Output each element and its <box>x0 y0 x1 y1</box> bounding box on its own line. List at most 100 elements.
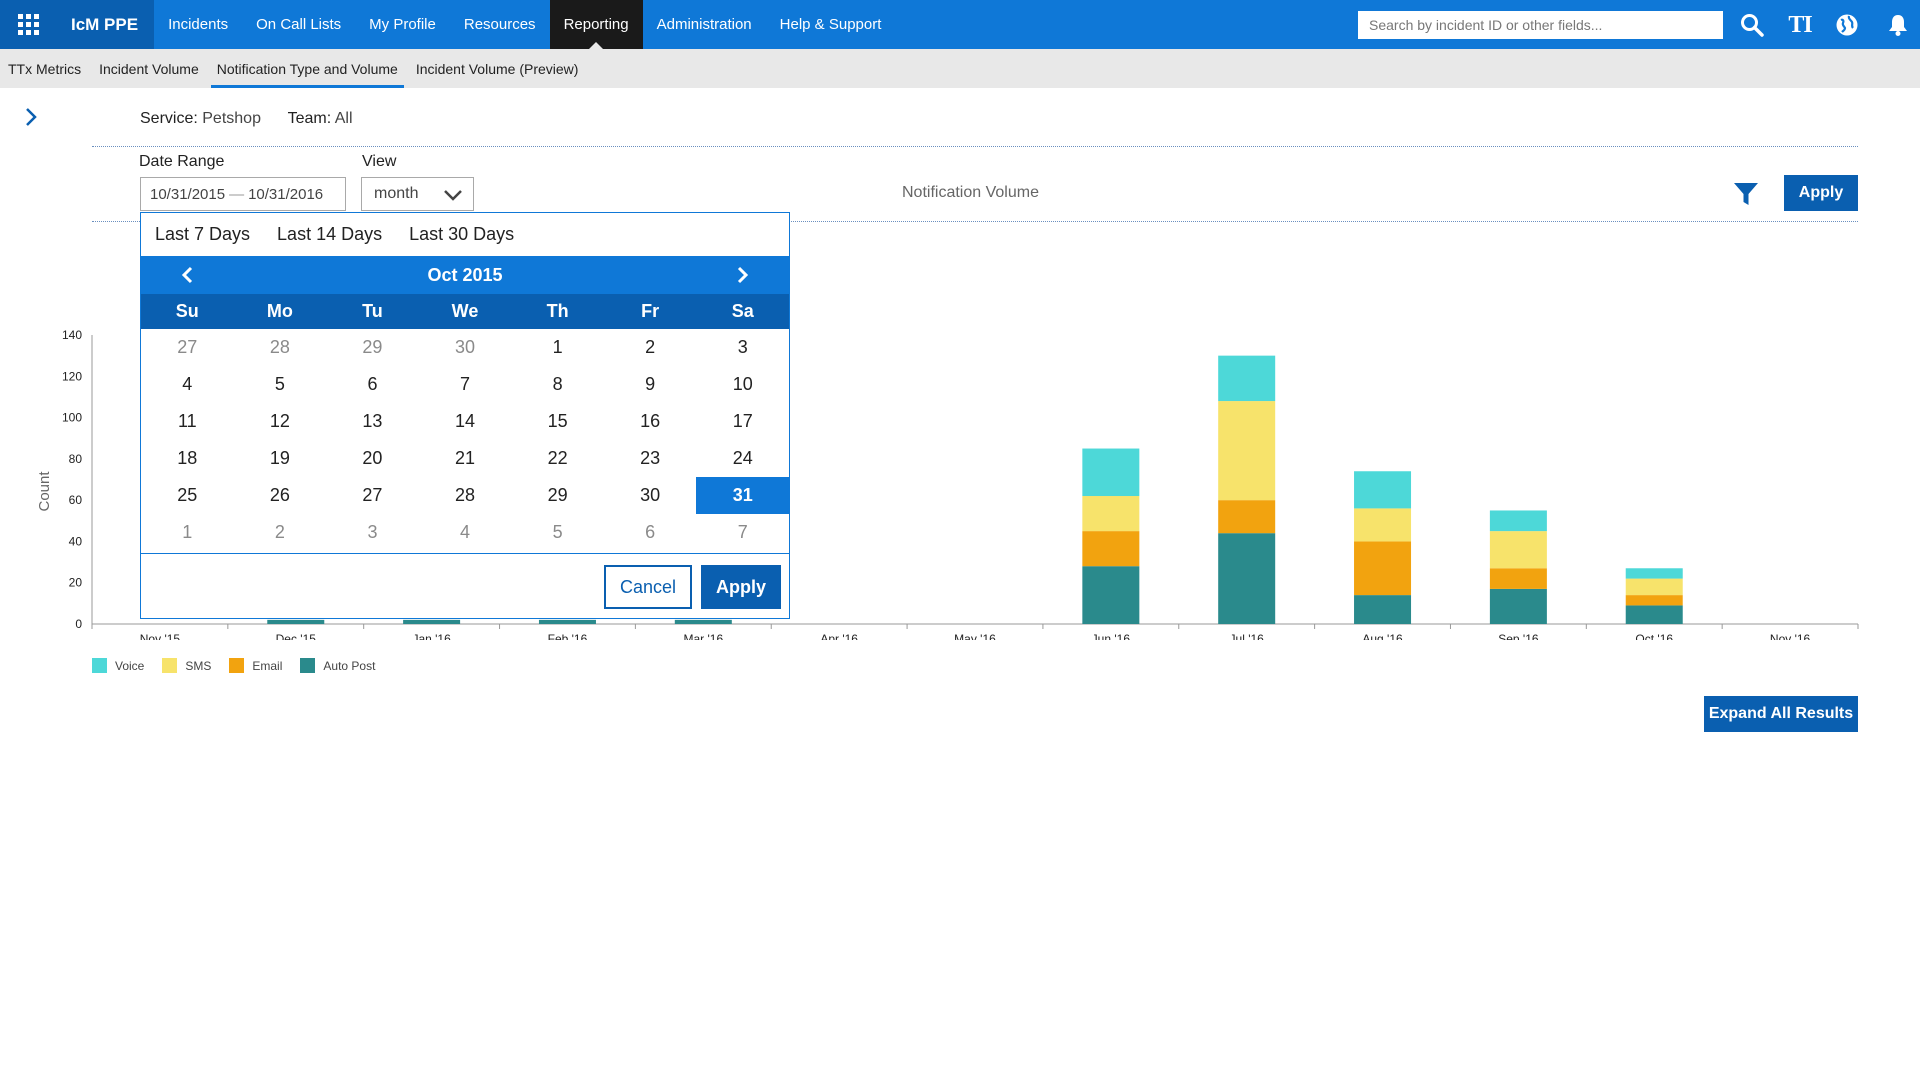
calendar-day[interactable]: 2 <box>234 514 327 551</box>
brand-title[interactable]: IcM PPE <box>57 0 155 49</box>
bar-email[interactable] <box>1625 595 1683 606</box>
nav-item-incidents[interactable]: Incidents <box>154 0 242 49</box>
calendar-day[interactable]: 23 <box>604 440 697 477</box>
view-select[interactable]: month <box>361 177 474 211</box>
calendar-day[interactable]: 4 <box>141 366 234 403</box>
calendar-day[interactable]: 1 <box>141 514 234 551</box>
date-range-input[interactable]: 10/31/2015 — 10/31/2016 <box>140 177 346 211</box>
calendar-day[interactable]: 12 <box>234 403 327 440</box>
calendar-day[interactable]: 28 <box>419 477 512 514</box>
calendar-day[interactable]: 3 <box>696 329 789 366</box>
app-launcher-icon[interactable] <box>0 0 57 49</box>
nav-item-my-profile[interactable]: My Profile <box>355 0 450 49</box>
calendar-day[interactable]: 28 <box>234 329 327 366</box>
calendar-day[interactable]: 6 <box>326 366 419 403</box>
nav-item-help-support[interactable]: Help & Support <box>766 0 896 49</box>
bar-voice[interactable] <box>1489 510 1547 532</box>
bar-auto-post[interactable] <box>1218 533 1276 624</box>
bar-email[interactable] <box>1354 541 1412 596</box>
calendar-day[interactable]: 27 <box>141 329 234 366</box>
expand-sidebar-chevron-icon[interactable] <box>22 106 40 128</box>
calendar-day[interactable]: 1 <box>511 329 604 366</box>
bar-email[interactable] <box>1082 531 1140 567</box>
calendar-day[interactable]: 2 <box>604 329 697 366</box>
calendar-day[interactable]: 18 <box>141 440 234 477</box>
bar-voice[interactable] <box>1354 471 1412 509</box>
tab-notification-type-and-volume[interactable]: Notification Type and Volume <box>208 49 407 88</box>
search-icon[interactable] <box>1737 10 1767 40</box>
legend-item-auto-post[interactable]: Auto Post <box>300 658 375 673</box>
calendar-day[interactable]: 14 <box>419 403 512 440</box>
nav-item-reporting[interactable]: Reporting <box>549 0 643 49</box>
nav-item-resources[interactable]: Resources <box>450 0 550 49</box>
bar-voice[interactable] <box>1625 568 1683 579</box>
next-month-icon[interactable] <box>733 266 751 284</box>
calendar-day[interactable]: 30 <box>604 477 697 514</box>
calendar-day[interactable]: 5 <box>511 514 604 551</box>
bar-sms[interactable] <box>1489 531 1547 569</box>
calendar-day[interactable]: 5 <box>234 366 327 403</box>
calendar-day[interactable]: 17 <box>696 403 789 440</box>
calendar-day[interactable]: 25 <box>141 477 234 514</box>
calendar-day[interactable]: 20 <box>326 440 419 477</box>
user-initials-icon[interactable]: TI <box>1785 10 1815 40</box>
calendar-day[interactable]: 9 <box>604 366 697 403</box>
apply-filters-button[interactable]: Apply <box>1784 175 1858 211</box>
bar-auto-post[interactable] <box>267 619 325 624</box>
bar-voice[interactable] <box>1218 355 1276 402</box>
filter-icon[interactable] <box>1733 181 1759 207</box>
bar-sms[interactable] <box>1625 578 1683 596</box>
bar-sms[interactable] <box>1354 508 1412 542</box>
calendar-day[interactable]: 29 <box>326 329 419 366</box>
nav-item-on-call-lists[interactable]: On Call Lists <box>242 0 355 49</box>
quick-range-last-14-days[interactable]: Last 14 Days <box>277 224 382 245</box>
calendar-day-selected[interactable]: 31 <box>696 477 790 514</box>
calendar-day[interactable]: 30 <box>419 329 512 366</box>
bar-email[interactable] <box>1489 568 1547 589</box>
nav-item-administration[interactable]: Administration <box>643 0 766 49</box>
bar-voice[interactable] <box>1082 448 1140 497</box>
bar-auto-post[interactable] <box>1354 595 1412 624</box>
bar-email[interactable] <box>1218 500 1276 534</box>
tab-ttx-metrics[interactable]: TTx Metrics <box>8 49 90 88</box>
bar-sms[interactable] <box>1082 496 1140 532</box>
picker-cancel-button[interactable]: Cancel <box>604 565 692 609</box>
quick-range-last-30-days[interactable]: Last 30 Days <box>409 224 514 245</box>
bar-auto-post[interactable] <box>1489 588 1547 624</box>
calendar-day[interactable]: 15 <box>511 403 604 440</box>
calendar-day[interactable]: 11 <box>141 403 234 440</box>
calendar-day[interactable]: 3 <box>326 514 419 551</box>
calendar-day[interactable]: 26 <box>234 477 327 514</box>
bar-auto-post[interactable] <box>1625 605 1683 624</box>
calendar-day[interactable]: 22 <box>511 440 604 477</box>
calendar-day[interactable]: 8 <box>511 366 604 403</box>
calendar-day[interactable]: 27 <box>326 477 419 514</box>
bar-sms[interactable] <box>1218 401 1276 501</box>
calendar-day[interactable]: 4 <box>419 514 512 551</box>
tab-incident-volume[interactable]: Incident Volume <box>90 49 208 88</box>
bar-auto-post[interactable] <box>538 619 596 624</box>
bar-auto-post[interactable] <box>674 619 732 624</box>
picker-apply-button[interactable]: Apply <box>701 565 781 609</box>
calendar-day[interactable]: 19 <box>234 440 327 477</box>
calendar-day[interactable]: 7 <box>696 514 789 551</box>
calendar-day[interactable]: 6 <box>604 514 697 551</box>
calendar-day[interactable]: 13 <box>326 403 419 440</box>
tab-incident-volume-preview-[interactable]: Incident Volume (Preview) <box>407 49 588 88</box>
search-input[interactable] <box>1358 11 1723 39</box>
previous-month-icon[interactable] <box>179 266 197 284</box>
bar-auto-post[interactable] <box>403 619 461 624</box>
legend-item-email[interactable]: Email <box>229 658 282 673</box>
notification-bell-icon[interactable] <box>1883 10 1913 40</box>
quick-range-last-7-days[interactable]: Last 7 Days <box>155 224 250 245</box>
legend-item-voice[interactable]: Voice <box>92 658 144 673</box>
calendar-day[interactable]: 7 <box>419 366 512 403</box>
calendar-day[interactable]: 10 <box>696 366 789 403</box>
expand-all-results-button[interactable]: Expand All Results <box>1704 696 1858 732</box>
calendar-day[interactable]: 29 <box>511 477 604 514</box>
calendar-day[interactable]: 16 <box>604 403 697 440</box>
legend-item-sms[interactable]: SMS <box>162 658 211 673</box>
bar-auto-post[interactable] <box>1082 566 1140 624</box>
calendar-day[interactable]: 21 <box>419 440 512 477</box>
calendar-day[interactable]: 24 <box>696 440 789 477</box>
